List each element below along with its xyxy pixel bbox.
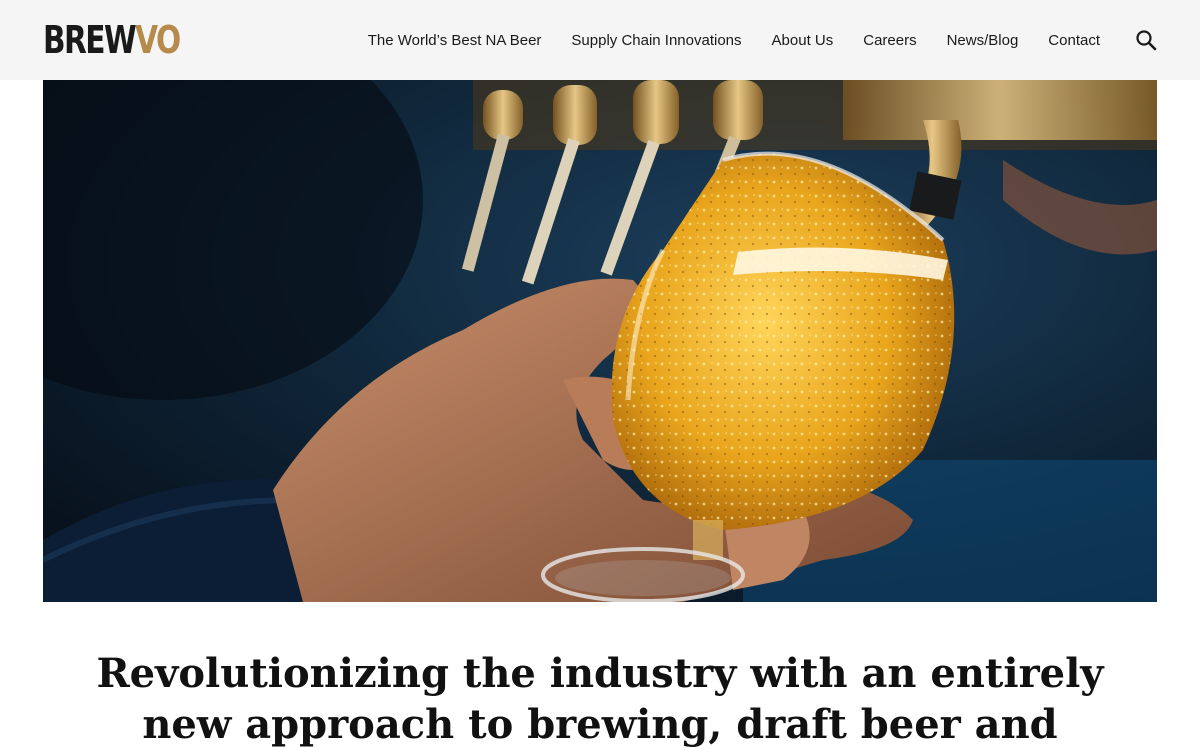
search-icon[interactable]: [1135, 29, 1157, 51]
brewvo-logo[interactable]: BREWVO: [43, 19, 218, 61]
nav-item-news-blog[interactable]: News/Blog: [947, 32, 1019, 49]
logo-text: BREWVO: [43, 18, 181, 62]
hero-image: [43, 80, 1157, 602]
site-header: BREWVO The World’s Best NA Beer Supply C…: [0, 0, 1200, 80]
hero-headline: Revolutionizing the industry with an ent…: [96, 650, 1104, 748]
nav-item-supply-chain[interactable]: Supply Chain Innovations: [571, 32, 741, 49]
nav-item-about-us[interactable]: About Us: [772, 32, 834, 49]
nav-item-contact[interactable]: Contact: [1048, 32, 1100, 49]
nav-item-careers[interactable]: Careers: [863, 32, 916, 49]
nav-item-best-na-beer[interactable]: The World’s Best NA Beer: [368, 32, 542, 49]
main-nav: The World’s Best NA Beer Supply Chain In…: [338, 0, 1100, 80]
